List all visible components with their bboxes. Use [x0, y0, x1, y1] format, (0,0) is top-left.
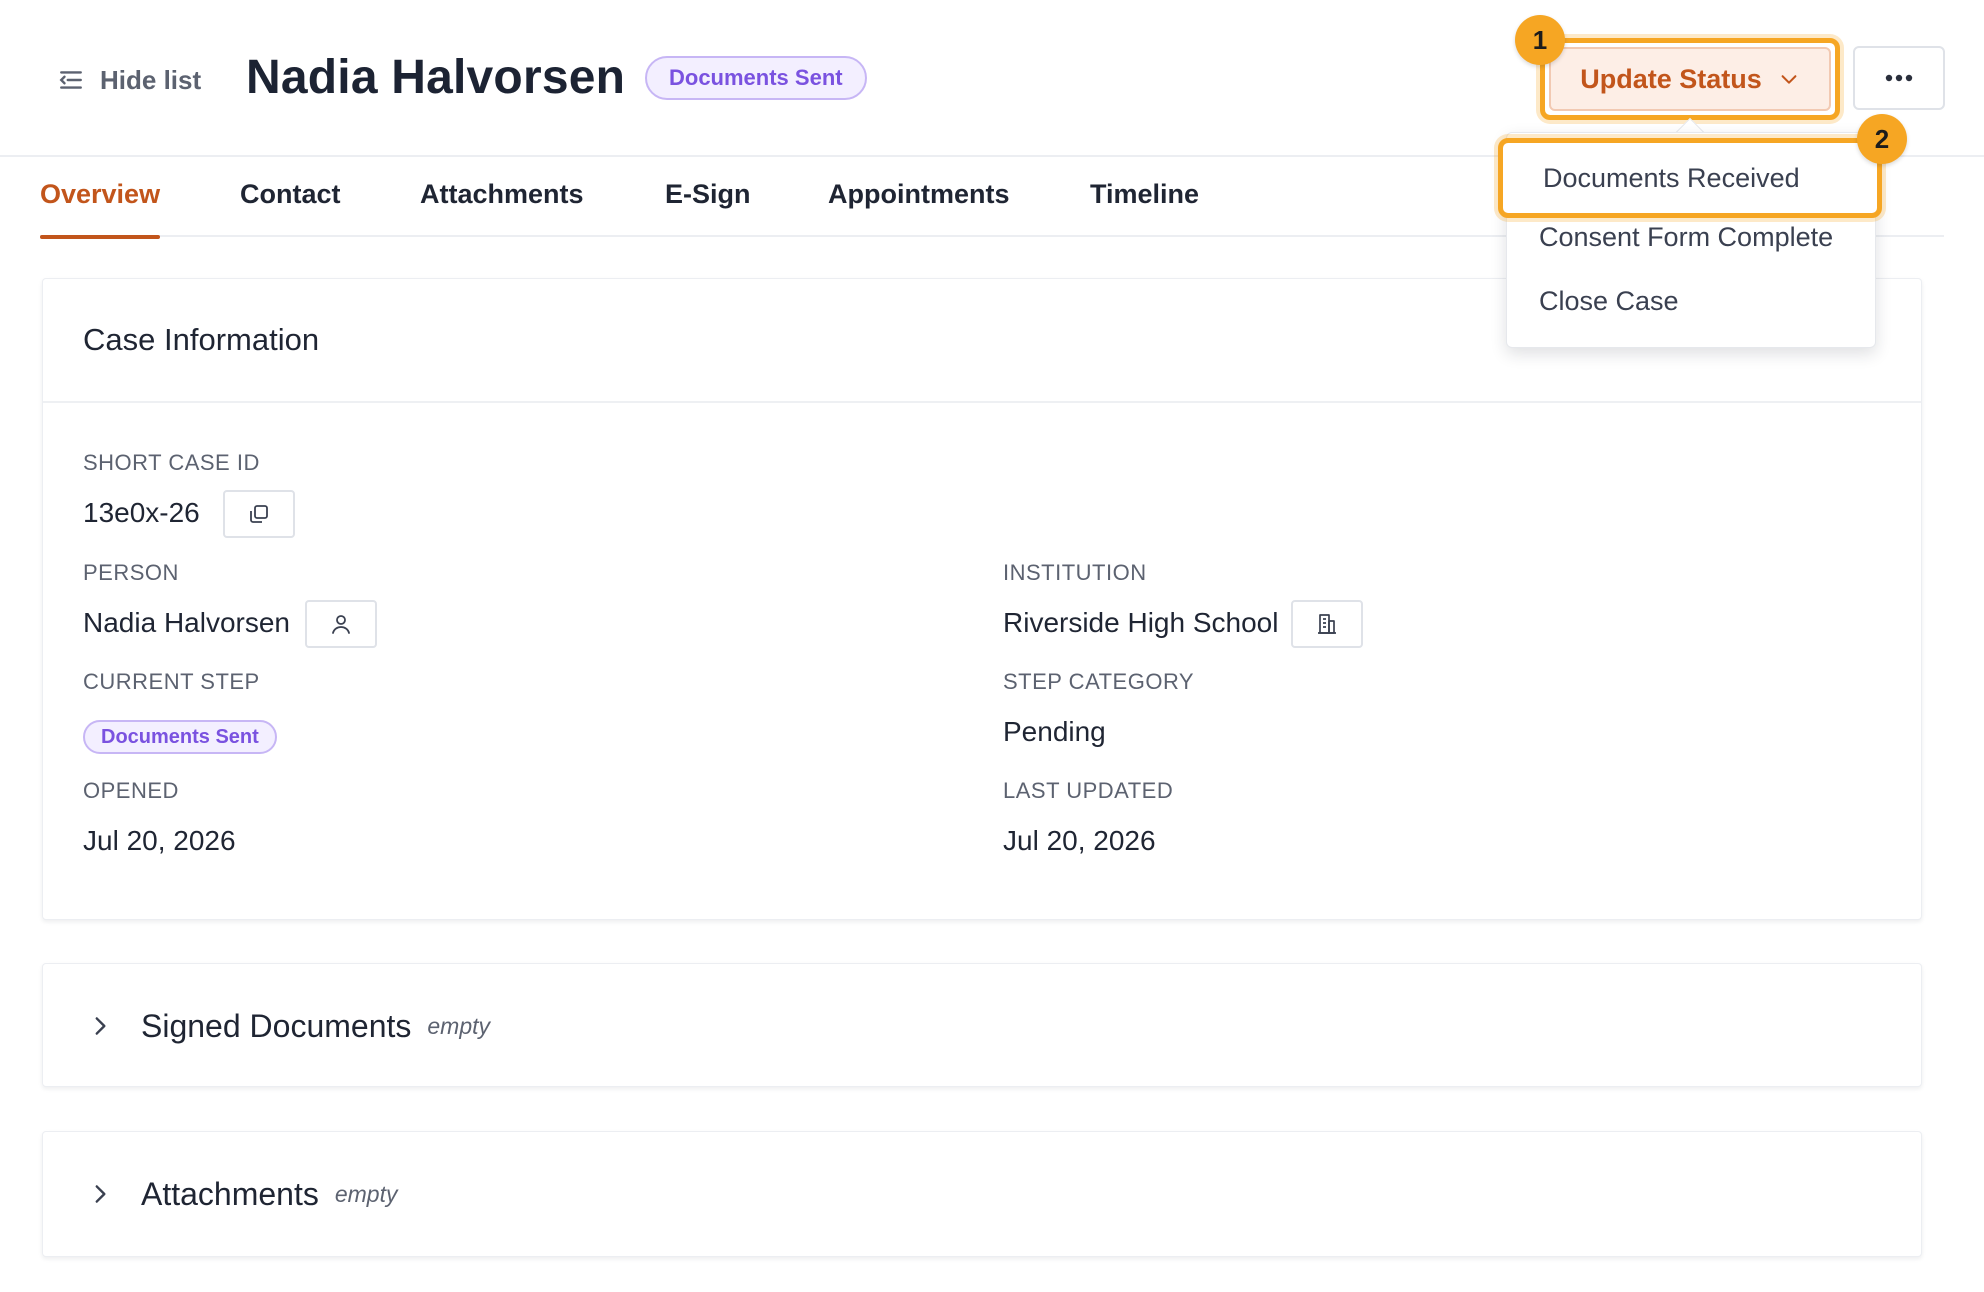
- view-institution-button[interactable]: [1291, 600, 1363, 648]
- current-step-badge: Documents Sent: [83, 720, 277, 754]
- person-icon: [332, 615, 350, 634]
- case-information-card: Case Information SHORT CASE ID 13e0x-26 …: [42, 278, 1922, 920]
- short-case-id-value: 13e0x-26: [83, 497, 200, 528]
- page-title: Nadia Halvorsen: [246, 51, 626, 104]
- step-marker-2: 2: [1857, 114, 1907, 164]
- copy-case-id-button[interactable]: [223, 490, 295, 538]
- tab-esign[interactable]: E-Sign: [665, 179, 751, 237]
- signed-documents-empty: empty: [427, 1012, 491, 1039]
- chevron-right-icon: [95, 1185, 106, 1203]
- opened-label: OPENED: [83, 778, 179, 803]
- tab-timeline[interactable]: Timeline: [1090, 179, 1199, 237]
- current-step-label: CURRENT STEP: [83, 669, 260, 694]
- opened-value: Jul 20, 2026: [83, 825, 236, 856]
- dropdown-item-consent-form-complete[interactable]: Consent Form Complete: [1539, 222, 1833, 253]
- status-badge: Documents Sent: [645, 56, 867, 100]
- step-category-value: Pending: [1003, 716, 1106, 747]
- list-collapse-icon: [59, 71, 82, 89]
- view-person-button[interactable]: [305, 600, 377, 648]
- person-value: Nadia Halvorsen: [83, 607, 290, 638]
- short-case-id-label: SHORT CASE ID: [83, 450, 260, 475]
- attachments-title: Attachments: [141, 1175, 319, 1212]
- last-updated-label: LAST UPDATED: [1003, 778, 1174, 803]
- update-status-button[interactable]: Update Status: [1549, 47, 1831, 111]
- dropdown-item-documents-received[interactable]: Documents Received: [1543, 163, 1800, 194]
- person-label: PERSON: [83, 560, 179, 585]
- step-category-label: STEP CATEGORY: [1003, 669, 1195, 694]
- last-updated-value: Jul 20, 2026: [1003, 825, 1156, 856]
- tab-contact[interactable]: Contact: [240, 179, 341, 237]
- dropdown-item-close-case[interactable]: Close Case: [1539, 286, 1679, 317]
- copy-icon: [250, 505, 268, 523]
- institution-value: Riverside High School: [1003, 607, 1279, 638]
- tab-appointments[interactable]: Appointments: [828, 179, 1010, 237]
- chevron-down-icon: [1781, 75, 1797, 84]
- step-marker-1: 1: [1515, 15, 1565, 65]
- attachments-empty: empty: [334, 1180, 398, 1207]
- ellipsis-icon: [1885, 74, 1913, 82]
- tab-overview[interactable]: Overview: [40, 179, 161, 239]
- signed-documents-card: Signed Documents empty: [42, 963, 1922, 1087]
- update-status-label: Update Status: [1580, 63, 1762, 94]
- hide-list-label: Hide list: [100, 64, 202, 95]
- signed-documents-title: Signed Documents: [141, 1007, 412, 1044]
- hide-list-button[interactable]: Hide list: [58, 60, 201, 100]
- attachments-toggle[interactable]: Attachments empty: [43, 1132, 1921, 1256]
- building-icon: [1318, 614, 1336, 634]
- attachments-card: Attachments empty: [42, 1131, 1922, 1257]
- more-actions-button[interactable]: [1853, 46, 1945, 110]
- dropdown-item-documents-received-highlight: Documents Received: [1498, 138, 1882, 218]
- institution-label: INSTITUTION: [1003, 560, 1147, 585]
- update-status-highlight: Update Status: [1540, 38, 1840, 120]
- tab-attachments[interactable]: Attachments: [420, 179, 584, 237]
- signed-documents-toggle[interactable]: Signed Documents empty: [43, 964, 1921, 1088]
- chevron-right-icon: [95, 1017, 106, 1035]
